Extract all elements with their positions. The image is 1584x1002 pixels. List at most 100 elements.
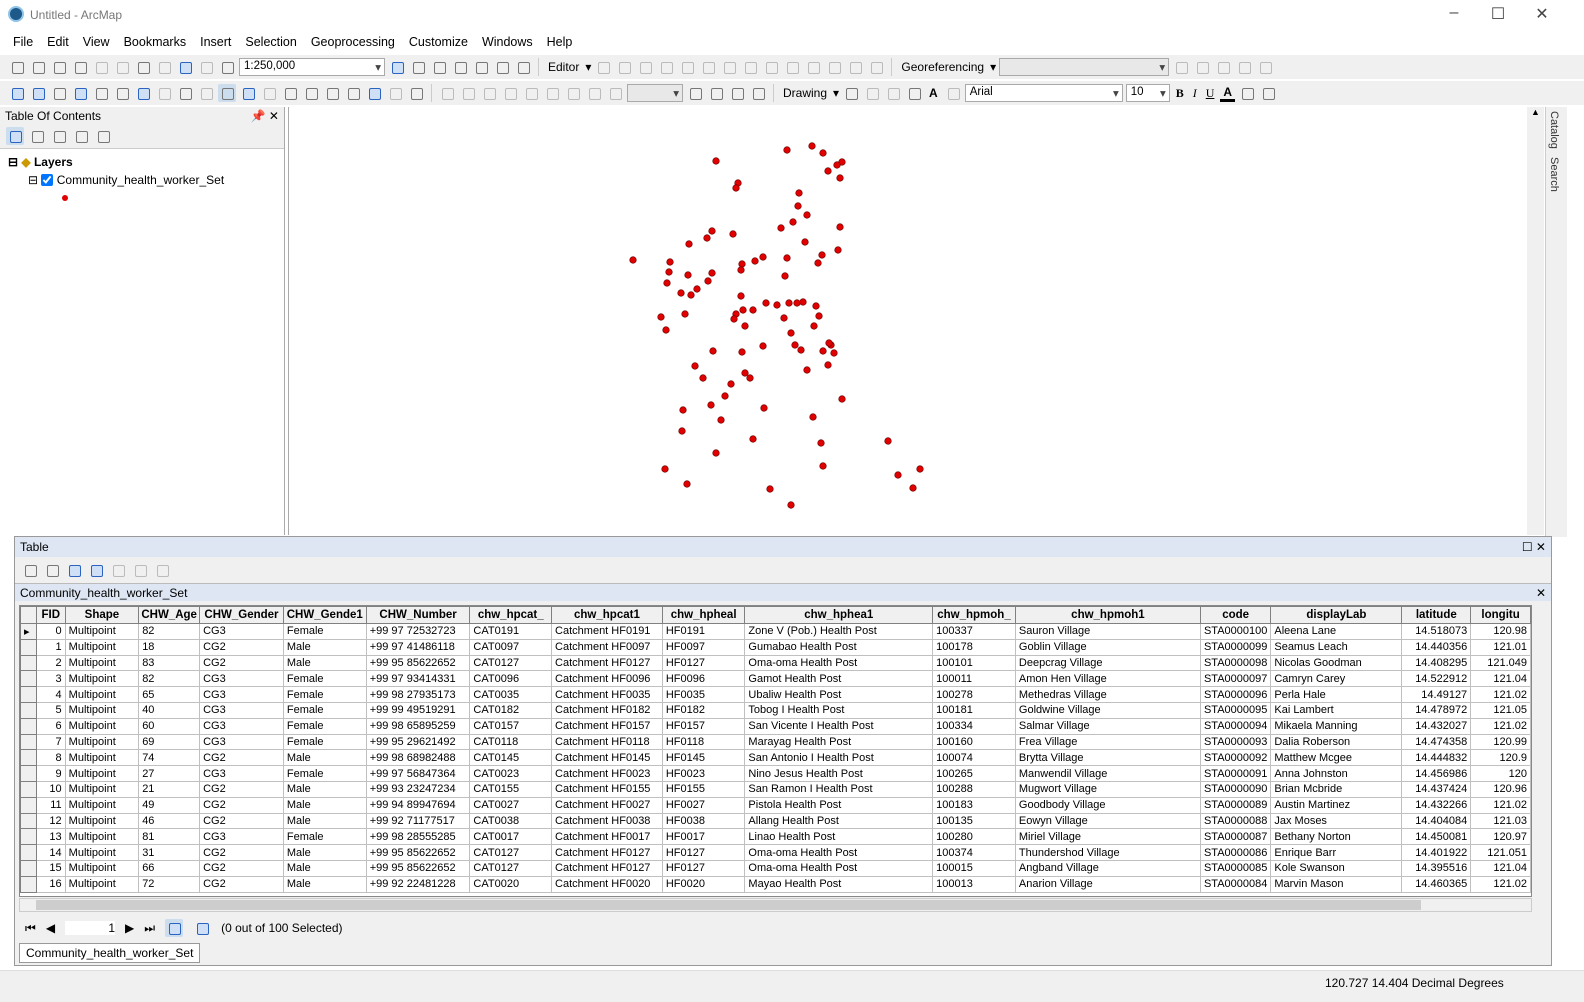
cell-chw_hpcat_[interactable]: CAT0023 [469,765,553,782]
cell-longitu[interactable]: 121.02 [1470,796,1531,814]
search-window-icon[interactable] [451,58,469,76]
chw-point[interactable] [663,279,671,287]
cell-chw_gender[interactable]: CG2 [199,859,284,877]
table-row[interactable]: 6 Multipoint 60 CG3 Female +99 98 65895259 CAT… [20,717,1531,735]
row-selector[interactable] [20,812,37,830]
cell-fid[interactable]: 12 [35,812,66,830]
chw-point[interactable] [799,298,807,306]
cell-chw_hpmoh1[interactable]: Anarion Village [1014,875,1201,893]
cell-chw_hpheal[interactable]: HF0035 [661,686,746,703]
cell-chw_hpheal[interactable]: HF0038 [661,812,746,830]
chw-point[interactable] [794,202,802,210]
table-row[interactable]: 11 Multipoint 49 CG2 Male +99 94 89947694 CAT0… [20,796,1531,814]
list-by-visibility-icon[interactable] [50,127,68,145]
cell-shape[interactable]: Multipoint [64,859,140,877]
cell-chw_hpmoh_[interactable]: 100280 [932,828,1016,846]
full-extent-icon[interactable] [71,84,89,102]
chw-point[interactable] [766,485,774,493]
cell-code[interactable]: STA0000096 [1199,686,1272,703]
cell-displaylab[interactable]: Perla Hale [1270,686,1403,703]
cell-chw_hphea1[interactable]: Gamot Health Post [744,670,934,688]
cell-displaylab[interactable]: Bethany Norton [1270,828,1403,846]
cell-code[interactable]: STA0000097 [1199,670,1272,688]
chw-point[interactable] [760,404,768,412]
cell-chw_hpcat1[interactable]: Catchment HF0023 [551,765,663,782]
reshape-icon[interactable] [741,58,759,76]
table-row[interactable]: 1 Multipoint 18 CG2 Male +99 97 41486118 CAT00… [20,638,1531,656]
cell-fid[interactable]: 11 [35,796,66,814]
layout-zoom-in-icon[interactable] [438,84,456,102]
cell-displaylab[interactable]: Marvin Mason [1270,875,1403,893]
zoom-out-icon[interactable] [29,84,47,102]
cell-chw_age[interactable]: 81 [138,828,201,846]
cell-displaylab[interactable]: Brian Mcbride [1270,780,1403,798]
cell-chw_number[interactable]: +99 98 65895259 [365,717,471,735]
chw-point[interactable] [762,299,770,307]
cell-shape[interactable]: Multipoint [64,717,140,735]
cell-chw_hpcat_[interactable]: CAT0127 [469,654,553,672]
chw-point[interactable] [803,211,811,219]
copy-icon[interactable] [113,58,131,76]
chw-point[interactable] [838,395,846,403]
cell-chw_hpmoh1[interactable]: Goblin Village [1014,638,1201,656]
cell-shape[interactable]: Multipoint [64,765,140,782]
cell-chw_gende1[interactable]: Male [282,844,367,861]
time-slider-icon[interactable] [386,84,404,102]
cell-chw_hpmoh_[interactable]: 100160 [932,733,1016,751]
cell-chw_hpheal[interactable]: HF0096 [661,670,746,688]
chw-point[interactable] [732,184,740,192]
cell-chw_hpcat_[interactable]: CAT0017 [469,828,553,846]
map-scale-combo[interactable]: 1:250,000 [239,58,385,76]
cell-chw_gender[interactable]: CG2 [199,812,284,830]
previous-record-button[interactable]: ◀ [46,921,55,935]
table-row[interactable]: 4 Multipoint 65 CG3 Female +99 98 27935173 CAT… [20,686,1531,703]
cell-shape[interactable]: Multipoint [64,733,140,751]
cell-chw_hpcat1[interactable]: Catchment HF0155 [551,780,663,798]
cell-chw_gende1[interactable]: Female [282,733,367,751]
cell-chw_hpmoh_[interactable]: 100011 [932,670,1016,688]
column-header-chw_hpcat_[interactable]: chw_hpcat_ [469,606,553,624]
chw-point[interactable] [909,484,917,492]
cell-latitude[interactable]: 14.456986 [1401,765,1472,782]
cell-chw_hpmoh_[interactable]: 100265 [932,765,1016,782]
toc-options-icon[interactable] [94,127,112,145]
cell-chw_gende1[interactable]: Female [282,765,367,782]
cell-latitude[interactable]: 14.440356 [1401,638,1472,656]
cell-shape[interactable]: Multipoint [64,812,140,830]
cell-chw_hpmoh_[interactable]: 100374 [932,844,1016,861]
cell-chw_age[interactable]: 74 [138,749,201,767]
cell-shape[interactable]: Multipoint [64,875,140,893]
chw-point[interactable] [741,322,749,330]
chw-point[interactable] [661,465,669,473]
chw-point[interactable] [825,339,833,347]
cell-chw_hphea1[interactable]: San Ramon I Health Post [744,780,934,798]
chw-point[interactable] [703,234,711,242]
open-icon[interactable] [29,58,47,76]
row-selector[interactable] [20,780,37,798]
cell-chw_hpmoh_[interactable]: 100074 [932,749,1016,767]
cell-chw_age[interactable]: 82 [138,670,201,688]
cell-chw_gender[interactable]: CG3 [199,717,284,735]
chw-point[interactable] [834,246,842,254]
cell-latitude[interactable]: 14.518073 [1401,623,1472,640]
table-close-icon[interactable]: ☐ ✕ [1522,540,1546,554]
cell-displaylab[interactable]: Nicolas Goodman [1270,654,1403,672]
list-by-source-icon[interactable] [28,127,46,145]
cell-shape[interactable]: Multipoint [64,623,140,640]
layer-visibility-checkbox[interactable] [41,174,54,186]
map-vertical-scrollbar[interactable]: ▲ [1527,107,1544,535]
cell-chw_hpmoh_[interactable]: 100135 [932,812,1016,830]
cell-shape[interactable]: Multipoint [64,701,140,719]
back-extent-icon[interactable] [134,84,152,102]
split-icon[interactable] [783,58,801,76]
chw-point[interactable] [751,257,759,265]
cell-chw_gende1[interactable]: Female [282,717,367,735]
cell-fid[interactable]: 15 [35,859,66,877]
cell-chw_hpcat_[interactable]: CAT0127 [469,859,553,877]
cell-chw_hphea1[interactable]: Nino Jesus Health Post [744,765,934,782]
cell-chw_hpmoh_[interactable]: 100278 [932,686,1016,703]
cell-latitude[interactable]: 14.522912 [1401,670,1472,688]
cell-fid[interactable]: 2 [35,654,66,672]
fixed-zoom-in-icon[interactable] [92,84,110,102]
cell-chw_hpcat_[interactable]: CAT0035 [469,686,553,703]
